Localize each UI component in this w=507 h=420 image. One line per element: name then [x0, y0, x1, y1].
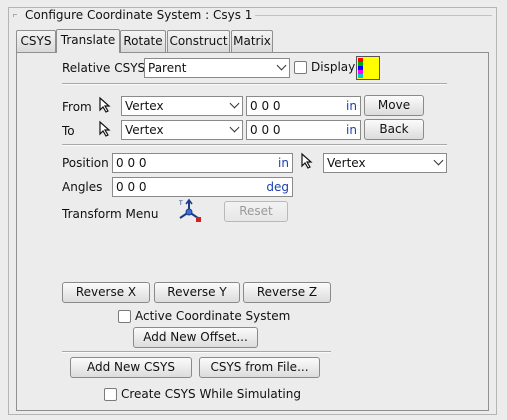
- from-coordinate-field[interactable]: 0 0 0 in: [246, 96, 361, 116]
- move-button-label: Move: [377, 98, 411, 112]
- position-unit: in: [278, 156, 289, 170]
- separator: [62, 83, 447, 85]
- tab-csys-label: CSYS: [20, 34, 52, 48]
- to-coordinate-field[interactable]: 0 0 0 in: [246, 120, 361, 140]
- pick-cursor-icon[interactable]: [299, 152, 317, 170]
- tab-construct[interactable]: Construct: [167, 30, 230, 52]
- transform-menu-label: Transform Menu: [62, 207, 159, 221]
- add-new-csys-button[interactable]: Add New CSYS: [70, 357, 192, 378]
- reverse-z-label: Reverse Z: [256, 285, 318, 299]
- tab-translate[interactable]: Translate: [56, 29, 120, 53]
- configure-csys-panel: Configure Coordinate System : Csys 1 CSY…: [8, 7, 497, 415]
- csys-from-file-label: CSYS from File...: [210, 360, 309, 374]
- add-new-offset-button[interactable]: Add New Offset...: [133, 327, 258, 348]
- add-new-csys-label: Add New CSYS: [87, 360, 175, 374]
- position-type-select[interactable]: Vertex: [323, 153, 447, 173]
- back-button[interactable]: Back: [364, 119, 424, 140]
- tab-csys[interactable]: CSYS: [16, 30, 56, 52]
- panel-collapse-corner: [13, 14, 17, 17]
- pick-cursor-icon[interactable]: [97, 96, 115, 114]
- chevron-down-icon: [229, 98, 240, 109]
- panel-title: Configure Coordinate System : Csys 1: [23, 8, 255, 22]
- color-swatch[interactable]: [356, 56, 380, 80]
- svg-text:T: T: [178, 200, 183, 207]
- csys-from-file-button[interactable]: CSYS from File...: [199, 357, 320, 378]
- transform-axes-icon[interactable]: T: [176, 198, 202, 224]
- angles-label: Angles: [62, 180, 103, 194]
- to-unit: in: [346, 123, 357, 137]
- to-type-select[interactable]: Vertex: [121, 120, 243, 140]
- tab-matrix[interactable]: Matrix: [231, 30, 273, 52]
- tab-construct-label: Construct: [169, 34, 228, 48]
- tab-translate-label: Translate: [60, 33, 116, 47]
- color-swatch-strip: [358, 58, 363, 78]
- angles-unit: deg: [266, 180, 289, 194]
- relative-csys-select[interactable]: Parent: [144, 58, 290, 78]
- back-button-label: Back: [379, 122, 409, 136]
- panel-header: Configure Coordinate System : Csys 1: [9, 8, 496, 26]
- panel-title-rule: [255, 15, 492, 16]
- separator: [62, 351, 331, 353]
- tab-matrix-label: Matrix: [233, 34, 271, 48]
- reset-button-label: Reset: [239, 204, 273, 218]
- from-unit: in: [346, 99, 357, 113]
- tab-rotate-label: Rotate: [123, 34, 163, 48]
- to-type-value: Vertex: [125, 123, 164, 137]
- reverse-x-button[interactable]: Reverse X: [62, 282, 150, 303]
- create-while-simulating-checkbox[interactable]: [104, 388, 117, 401]
- relative-csys-label: Relative CSYS: [62, 61, 146, 75]
- display-label: Display: [311, 60, 356, 74]
- position-type-value: Vertex: [327, 156, 366, 170]
- position-field[interactable]: 0 0 0 in: [112, 153, 293, 173]
- move-button[interactable]: Move: [364, 95, 424, 116]
- position-label: Position: [62, 156, 109, 170]
- reverse-x-label: Reverse X: [75, 285, 137, 299]
- position-value: 0 0 0: [116, 156, 147, 170]
- active-csys-label: Active Coordinate System: [135, 309, 291, 323]
- reverse-z-button[interactable]: Reverse Z: [243, 282, 331, 303]
- to-value: 0 0 0: [250, 123, 281, 137]
- separator: [62, 144, 447, 146]
- angles-field[interactable]: 0 0 0 deg: [112, 177, 293, 197]
- chevron-down-icon: [433, 155, 444, 166]
- tab-rotate[interactable]: Rotate: [120, 30, 166, 52]
- create-while-simulating-label: Create CSYS While Simulating: [121, 387, 301, 401]
- add-new-offset-label: Add New Offset...: [143, 330, 248, 344]
- to-label: To: [62, 124, 75, 138]
- display-checkbox[interactable]: [294, 61, 307, 74]
- chevron-down-icon: [276, 60, 287, 71]
- translate-tab-body: Relative CSYS Parent Display From Vertex…: [16, 52, 489, 411]
- pick-cursor-icon[interactable]: [97, 120, 115, 138]
- from-label: From: [62, 100, 92, 114]
- from-type-value: Vertex: [125, 99, 164, 113]
- reverse-y-label: Reverse Y: [167, 285, 227, 299]
- active-csys-checkbox[interactable]: [118, 310, 131, 323]
- from-value: 0 0 0: [250, 99, 281, 113]
- from-type-select[interactable]: Vertex: [121, 96, 243, 116]
- relative-csys-value: Parent: [148, 61, 187, 75]
- reset-button[interactable]: Reset: [224, 201, 288, 222]
- angles-value: 0 0 0: [116, 180, 147, 194]
- chevron-down-icon: [229, 122, 240, 133]
- reverse-y-button[interactable]: Reverse Y: [154, 282, 240, 303]
